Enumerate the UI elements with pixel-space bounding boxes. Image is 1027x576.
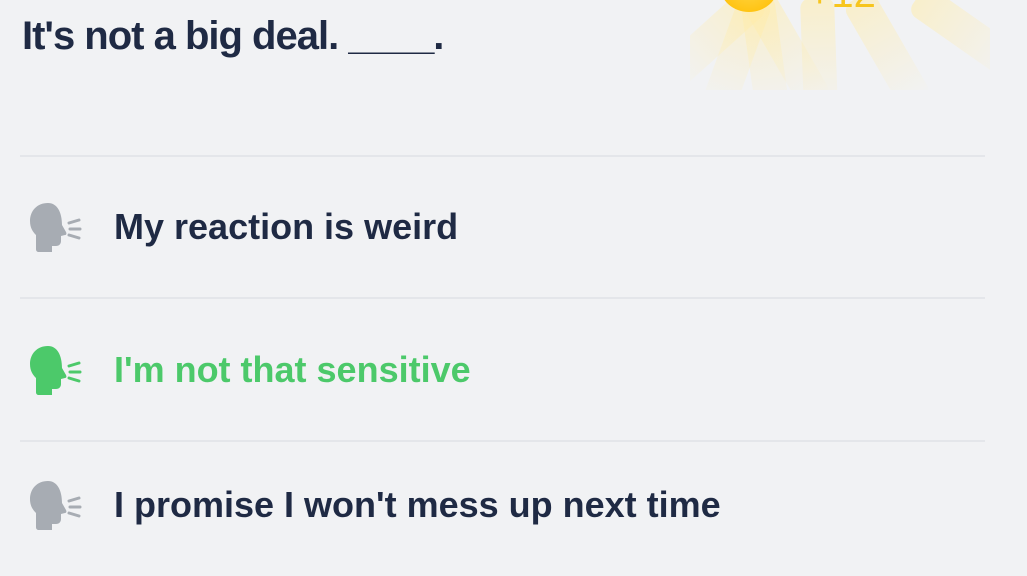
answer-option-label: My reaction is weird [114,206,459,247]
answer-option-label: I promise I won't mess up next time [114,484,721,525]
xp-amount-clip: +12 [808,0,928,14]
answer-option-1[interactable]: My reaction is weird [20,156,985,298]
speaking-head-icon [30,481,82,530]
speaking-head-icon [30,203,82,252]
xp-reward-burst: +12 [690,0,990,90]
question-text: It's not a big deal. ____. [22,14,444,58]
answer-option-3[interactable]: I promise I won't mess up next time [20,434,985,576]
xp-amount: +12 [808,0,876,14]
answer-option-2[interactable]: I'm not that sensitive [20,299,985,441]
speaking-head-icon [30,346,82,395]
answer-option-label: I'm not that sensitive [114,349,471,390]
